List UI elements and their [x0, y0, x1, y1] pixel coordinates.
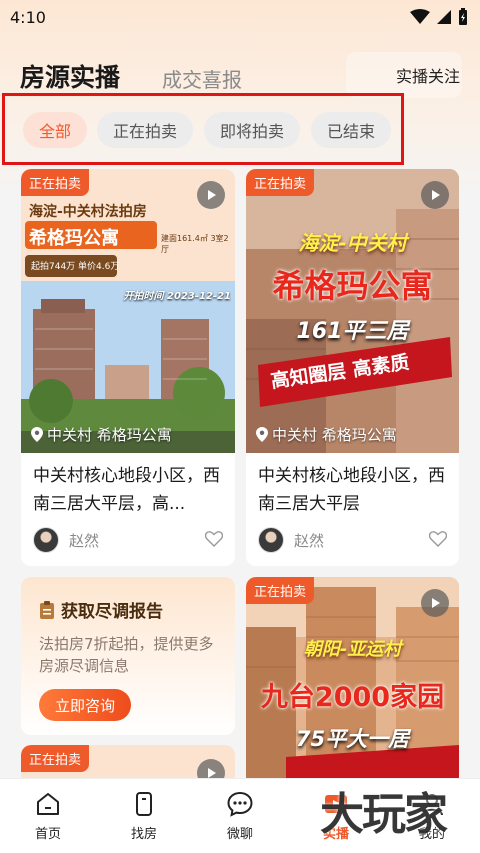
- status-badge: 正在拍卖: [21, 745, 90, 772]
- location-pin-icon: [256, 427, 268, 442]
- play-icon[interactable]: [421, 589, 449, 617]
- image-meta: 建面161.4㎡ 3室2厅: [161, 234, 229, 254]
- watermark: 大玩家: [320, 789, 448, 840]
- location-tag: 中关村 希格玛公寓: [31, 424, 172, 445]
- chat-icon: [227, 791, 253, 817]
- image-date: 开拍时间 2023-12-21: [123, 291, 231, 302]
- avatar: [33, 527, 59, 553]
- avatar: [258, 527, 284, 553]
- clipboard-icon: [40, 600, 54, 619]
- nav-label: 微聊: [226, 827, 253, 842]
- play-icon[interactable]: [421, 181, 449, 209]
- image-title: 希格玛公寓: [29, 228, 119, 249]
- heart-icon[interactable]: [429, 531, 447, 547]
- nav-find-house[interactable]: 找房: [114, 791, 174, 842]
- listing-card[interactable]: 正在拍卖: [21, 745, 235, 778]
- listing-title[interactable]: 中关村核心地段小区，西南三居大平层，高...: [33, 462, 223, 518]
- location-tag: 中关村 希格玛公寓: [256, 424, 397, 445]
- tab-live-listings[interactable]: 房源实播: [20, 58, 120, 94]
- promo-description: 法拍房7折起拍，提供更多房源尽调信息: [39, 635, 214, 675]
- due-diligence-promo: 获取尽调报告 法拍房7折起拍，提供更多房源尽调信息 立即咨询: [21, 577, 235, 735]
- status-badge: 正在拍卖: [246, 169, 315, 196]
- listing-card[interactable]: 海淀-中关村 希格玛公寓 161平三居 高知圈层 高素质 正在拍卖 中关村 希格…: [246, 169, 459, 566]
- author: 赵然: [33, 527, 99, 553]
- filter-auctioning[interactable]: 正在拍卖: [97, 112, 193, 148]
- image-title: 希格玛公寓: [272, 267, 433, 305]
- status-time: 4:10: [10, 7, 46, 27]
- listing-thumbnail: 海淀-中关村 希格玛公寓 161平三居 高知圈层 高素质 正在拍卖 中关村 希格…: [246, 169, 459, 453]
- image-price: 起拍744万 单价4.6万: [31, 262, 120, 272]
- play-icon[interactable]: [197, 181, 225, 209]
- nav-label: 找房: [130, 827, 157, 842]
- home-icon: [37, 793, 59, 815]
- filter-highlight-box: 全部 正在拍卖 即将拍卖 已结束: [2, 93, 404, 165]
- promo-title-text: 获取尽调报告: [61, 602, 163, 622]
- wifi-icon: [410, 9, 430, 24]
- location-text: 中关村 希格玛公寓: [47, 426, 172, 444]
- heart-icon[interactable]: [205, 531, 223, 547]
- image-headline: 海淀-中关村: [298, 231, 407, 255]
- image-meta: 161平三居: [296, 319, 409, 344]
- author-name: 赵然: [69, 531, 100, 550]
- image-headline: 朝阳-亚运村: [303, 639, 402, 660]
- status-badge: 正在拍卖: [246, 577, 315, 604]
- phone-icon: [136, 792, 152, 816]
- listing-title[interactable]: 中关村核心地段小区，西南三居大平层: [258, 462, 448, 518]
- image-meta: 75平大一居: [295, 727, 410, 751]
- listing-thumbnail: 朝阳-亚运村 九台2000家园 75平大一居 正在拍卖: [246, 577, 459, 778]
- promo-title: 获取尽调报告: [39, 597, 163, 622]
- listing-thumbnail: 海淀-中关村法拍房 希格玛公寓 建面161.4㎡ 3室2厅 起拍744万 单价4…: [21, 169, 235, 453]
- image-title: 九台2000家园: [260, 682, 445, 713]
- image-headline: 海淀-中关村法拍房: [29, 204, 147, 220]
- nav-label: 首页: [34, 827, 61, 842]
- tab-deal-news[interactable]: 成交喜报: [162, 64, 242, 93]
- author-name: 赵然: [294, 531, 325, 550]
- nav-home[interactable]: 首页: [18, 791, 78, 842]
- battery-icon: [459, 8, 467, 25]
- filter-ended[interactable]: 已结束: [311, 112, 391, 148]
- follow-button[interactable]: 实播关注: [346, 52, 462, 98]
- author: 赵然: [258, 527, 324, 553]
- nav-chat[interactable]: 微聊: [210, 791, 270, 842]
- location-text: 中关村 希格玛公寓: [272, 426, 397, 444]
- location-pin-icon: [31, 427, 43, 442]
- filter-upcoming[interactable]: 即将拍卖: [204, 112, 300, 148]
- status-bar: 4:10: [0, 0, 480, 34]
- filter-all[interactable]: 全部: [23, 112, 87, 148]
- listing-card[interactable]: 海淀-中关村法拍房 希格玛公寓 建面161.4㎡ 3室2厅 起拍744万 单价4…: [21, 169, 235, 566]
- listing-card[interactable]: 朝阳-亚运村 九台2000家园 75平大一居 正在拍卖: [246, 577, 459, 778]
- signal-icon: [437, 10, 451, 24]
- status-badge: 正在拍卖: [21, 169, 90, 196]
- listing-image: [246, 169, 459, 453]
- listing-thumbnail: 正在拍卖: [21, 745, 235, 778]
- consult-button[interactable]: 立即咨询: [39, 689, 131, 721]
- play-icon[interactable]: [197, 759, 225, 778]
